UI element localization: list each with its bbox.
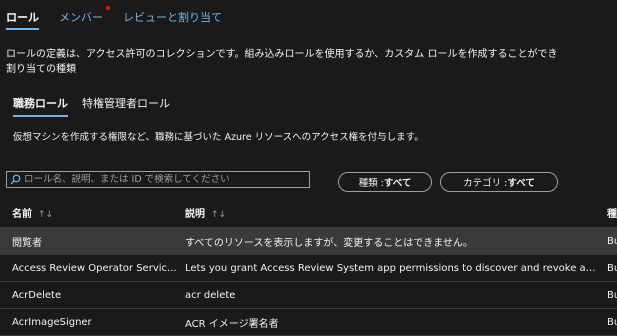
- table-header-row: 名前 ↑↓ 説明 ↑↓ 種: [0, 198, 617, 228]
- search-icon: [10, 174, 21, 185]
- type-filter-value: すべて: [383, 178, 412, 189]
- role-name: Access Review Operator Servic...: [12, 262, 177, 274]
- role-description: Lets you grant Access Review System app …: [185, 262, 598, 274]
- search-input[interactable]: [21, 174, 304, 185]
- tab-members-label: メンバー: [59, 11, 103, 24]
- role-description: ACR イメージ署名者: [185, 318, 279, 330]
- role-description: すべてのリソースを表示しますが、変更することはできません。: [185, 237, 473, 249]
- role-name: AcrDelete: [12, 289, 62, 301]
- tab-review-assignments[interactable]: レビューと割り当て: [123, 9, 222, 25]
- tab-roles[interactable]: ロール: [6, 9, 39, 30]
- column-header-name[interactable]: 名前 ↑↓: [12, 205, 182, 220]
- table-row[interactable]: Access Review Operator Servic... Lets yo…: [0, 255, 617, 282]
- sort-icon: ↑↓: [211, 210, 227, 220]
- column-header-description[interactable]: 説明 ↑↓: [185, 205, 598, 220]
- table-row[interactable]: AcrDelete acr delete Bu: [0, 282, 617, 309]
- notification-dot: [106, 6, 110, 10]
- category-filter-label: カテゴリ :: [463, 178, 508, 189]
- top-tab-bar: ロール メンバー レビューと割り当て: [6, 6, 242, 30]
- table-row[interactable]: 閲覧者 すべてのリソースを表示しますが、変更することはできません。 Bu: [0, 228, 617, 255]
- column-header-type[interactable]: 種: [607, 205, 617, 220]
- tab-job-function-roles[interactable]: 職務ロール: [13, 95, 68, 117]
- sort-icon: ↑↓: [38, 210, 54, 220]
- role-type: Bu: [607, 289, 617, 301]
- roles-description: ロールの定義は、アクセス許可のコレクションです。組み込みロールを使用するか、カス…: [6, 49, 558, 60]
- role-name: 閲覧者: [12, 237, 42, 249]
- role-type-tabs: 職務ロール 特権管理者ロール: [13, 95, 184, 117]
- column-header-description-label: 説明: [185, 209, 205, 220]
- roles-table: 名前 ↑↓ 説明 ↑↓ 種 閲覧者 すべてのリソースを表示しますが、変更することはで…: [0, 198, 617, 336]
- job-function-description: 仮想マシンを作成する権限など、職務に基づいた Azure リソースへのアクセス権…: [13, 132, 424, 143]
- role-description: acr delete: [185, 289, 236, 301]
- category-filter-value: すべて: [507, 178, 535, 189]
- role-type: Bu: [607, 235, 617, 247]
- role-name: AcrImageSigner: [12, 316, 92, 328]
- role-type: Bu: [607, 262, 617, 274]
- search-box: [6, 171, 310, 188]
- type-filter-label: 種類 :: [358, 178, 384, 189]
- tab-members[interactable]: メンバー: [59, 6, 110, 25]
- category-filter-button[interactable]: カテゴリ : すべて: [440, 172, 558, 192]
- assignment-type-heading: 割り当ての種類: [6, 64, 76, 75]
- type-filter-button[interactable]: 種類 : すべて: [338, 172, 432, 192]
- tab-privileged-admin-roles[interactable]: 特権管理者ロール: [82, 95, 170, 111]
- table-row[interactable]: AcrImageSigner ACR イメージ署名者 Bu: [0, 309, 617, 336]
- role-type: Bu: [607, 316, 617, 328]
- column-header-name-label: 名前: [12, 209, 32, 220]
